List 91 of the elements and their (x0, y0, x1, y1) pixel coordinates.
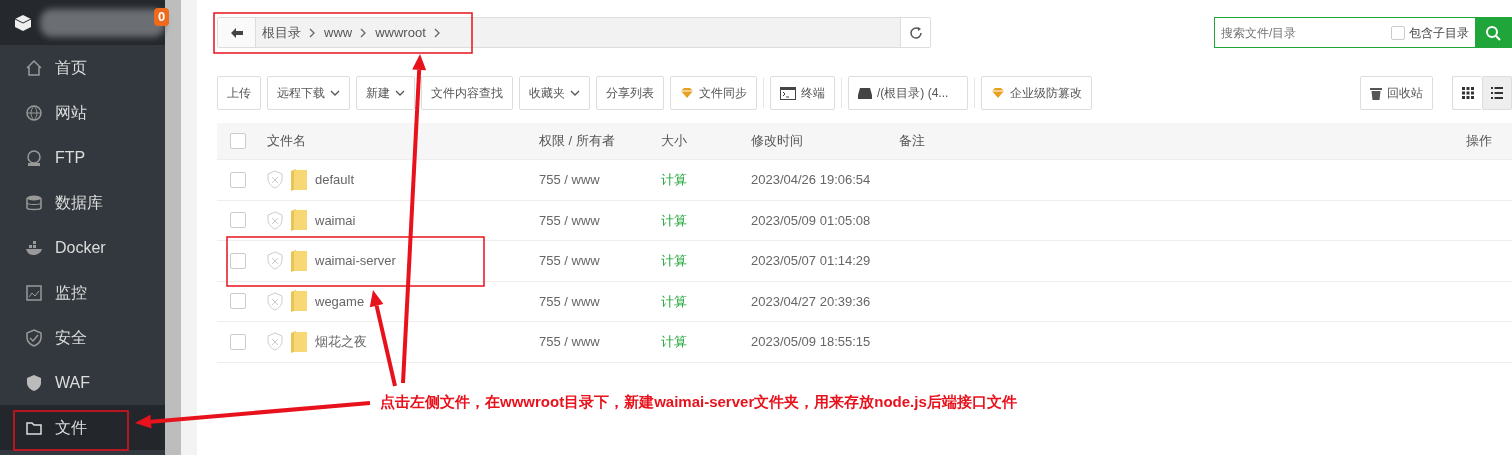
file-name[interactable]: 烟花之夜 (315, 332, 367, 352)
shield-check-icon (25, 328, 43, 347)
toolbar-button[interactable]: 远程下载 (267, 76, 350, 110)
list-icon (1491, 87, 1503, 99)
toolbar-button[interactable]: 文件同步 (670, 76, 757, 110)
row-checkbox[interactable] (230, 252, 246, 269)
file-name[interactable]: waimai-server (315, 251, 396, 271)
toolbar-button[interactable]: 分享列表 (596, 76, 664, 110)
permission-text: 755 / www (539, 212, 600, 228)
shield-icon (267, 210, 283, 230)
folder-icon (291, 290, 307, 313)
file-name[interactable]: waimai (315, 210, 356, 230)
folder-icon (291, 168, 307, 191)
shield-icon (267, 170, 283, 190)
column-header: 文件名 (267, 133, 306, 149)
folder-icon (291, 330, 307, 353)
notification-badge: 0 (154, 8, 170, 26)
toolbar-button[interactable]: /(根目录) (4... (848, 76, 968, 110)
column-header: 权限 / 所有者 (539, 133, 615, 149)
file-name[interactable]: wegame (315, 291, 365, 311)
chevron-right-icon (433, 27, 441, 38)
sidebar-item[interactable]: Docker (0, 225, 165, 270)
breadcrumb-item[interactable]: www (324, 22, 353, 43)
modified-time: 2023/05/09 18:55:15 (751, 334, 871, 349)
modified-time: 2023/04/26 19:06:54 (751, 172, 871, 187)
grid-view-button[interactable] (1452, 76, 1482, 110)
permission-text: 755 / www (539, 293, 600, 309)
search-field[interactable]: 搜索文件/目录 包含子目录 (1214, 17, 1512, 48)
search-button[interactable] (1475, 18, 1511, 47)
select-all-checkbox[interactable] (230, 133, 246, 149)
sidebar-item[interactable]: 网站 (0, 90, 165, 135)
refresh-icon (908, 25, 923, 40)
folder-icon (291, 249, 307, 272)
sidebar-item[interactable]: 首页 (0, 45, 165, 90)
sidebar-item[interactable]: FTP (0, 135, 165, 180)
toolbar-button[interactable]: 上传 (217, 76, 261, 110)
sidebar-item[interactable]: WAF (0, 360, 165, 405)
column-header: 大小 (661, 133, 687, 149)
shield-icon (25, 373, 43, 392)
column-header: 备注 (899, 133, 925, 149)
sidebar-item[interactable]: 监控 (0, 270, 165, 315)
row-checkbox[interactable] (230, 212, 246, 229)
gem-icon (991, 87, 1005, 99)
toolbar-button[interactable]: 企业级防篡改 (981, 76, 1092, 110)
shield-icon (267, 251, 283, 271)
permission-text: 755 / www (539, 334, 600, 349)
toolbar-button[interactable]: 新建 (356, 76, 415, 110)
database-icon (25, 193, 43, 212)
logo-icon (14, 12, 32, 33)
search-icon (1485, 24, 1501, 41)
trash-icon (1370, 86, 1382, 100)
caret-icon (570, 90, 580, 96)
back-button[interactable] (218, 18, 256, 47)
folder-icon (291, 209, 307, 232)
list-view-button[interactable] (1482, 76, 1512, 110)
permission-text: 755 / www (539, 172, 600, 187)
breadcrumb-item[interactable]: 根目录 (262, 22, 301, 43)
shield-icon (267, 332, 283, 352)
modified-time: 2023/05/07 01:14:29 (751, 253, 871, 268)
chevron-right-icon (309, 27, 316, 38)
row-checkbox[interactable] (230, 293, 246, 310)
whale-icon (25, 238, 43, 257)
column-header: 修改时间 (751, 133, 803, 149)
caret-icon (330, 90, 340, 96)
grid-icon (1461, 87, 1474, 99)
refresh-button[interactable] (900, 18, 930, 47)
home-icon (25, 58, 43, 77)
modified-time: 2023/04/27 20:39:36 (751, 293, 871, 309)
breadcrumb-item[interactable]: wwwroot (375, 22, 426, 43)
chevron-right-icon (360, 27, 368, 38)
annotation-text: 点击左侧文件，在wwwroot目录下，新建waimai-server文件夹，用来存放node.js后端接口文件 (380, 392, 1017, 412)
chart-icon (25, 283, 43, 302)
row-checkbox[interactable] (230, 171, 246, 188)
row-checkbox[interactable] (230, 333, 246, 350)
arrow-left-icon (229, 26, 244, 39)
permission-text: 755 / www (539, 253, 600, 268)
subdirectory-checkbox[interactable]: 包含子目录 (1391, 18, 1475, 47)
sidebar-item[interactable]: 安全 (0, 315, 165, 360)
toolbar-button[interactable]: 终端 (770, 76, 835, 110)
column-header: 操作 (1466, 133, 1492, 149)
shield-icon (267, 291, 283, 311)
terminal-icon (780, 86, 796, 100)
recycle-bin-button[interactable]: 回收站 (1360, 76, 1433, 110)
modified-time: 2023/05/09 01:05:08 (751, 212, 871, 228)
sidebar-item[interactable]: 数据库 (0, 180, 165, 225)
file-name[interactable]: default (315, 170, 355, 190)
toolbar-button[interactable]: 文件内容查找 (421, 76, 513, 110)
toolbar-button[interactable]: 收藏夹 (519, 76, 590, 110)
caret-icon (395, 90, 405, 96)
gem-icon (680, 87, 694, 99)
drive-icon (858, 87, 872, 99)
